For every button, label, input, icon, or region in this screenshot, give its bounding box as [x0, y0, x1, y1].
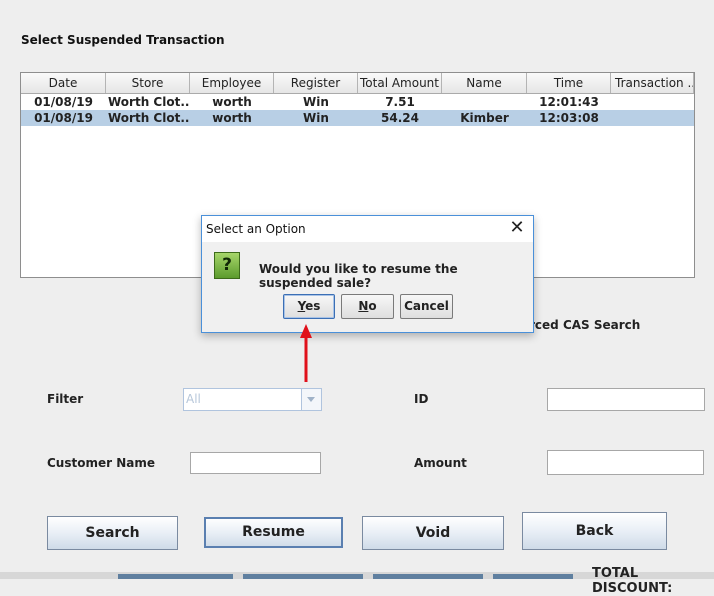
section-title: Select Suspended Transaction	[21, 33, 225, 47]
column-header-name[interactable]: Name	[442, 73, 527, 93]
column-header-store[interactable]: Store	[106, 73, 190, 93]
dialog-message: Would you like to resume the suspended s…	[259, 262, 458, 290]
question-icon: ?	[214, 252, 240, 279]
annotation-arrow-icon	[300, 324, 312, 382]
cell-date: 01/08/19	[34, 95, 93, 109]
cell-transaction	[611, 94, 694, 110]
cell-time: 12:03:08	[539, 111, 599, 125]
filter-dropdown[interactable]: All	[183, 388, 322, 411]
dialog-title: Select an Option	[206, 222, 306, 236]
filter-label: Filter	[47, 392, 84, 406]
bottom-tab[interactable]	[493, 574, 573, 579]
resume-button[interactable]: Resume	[204, 517, 343, 548]
column-header-time[interactable]: Time	[527, 73, 611, 93]
search-button[interactable]: Search	[47, 516, 178, 550]
filter-dropdown-value: All	[186, 392, 201, 406]
customer-name-input[interactable]	[190, 452, 321, 474]
id-label: ID	[414, 392, 429, 406]
yes-label: es	[305, 299, 321, 313]
customer-name-label: Customer Name	[47, 456, 155, 470]
cell-name	[442, 94, 527, 110]
cell-total-amount: 7.51	[385, 95, 415, 109]
cell-time: 12:01:43	[539, 95, 599, 109]
cell-name: Kimber	[460, 111, 509, 125]
cell-register: Win	[303, 111, 329, 125]
chevron-down-icon[interactable]	[301, 389, 321, 410]
cell-register: Win	[303, 95, 329, 109]
enforced-search-label: rced CAS Search	[529, 318, 641, 332]
bottom-tab[interactable]	[243, 574, 363, 579]
id-input[interactable]	[547, 388, 705, 411]
cell-date: 01/08/19	[34, 111, 93, 125]
amount-input[interactable]	[547, 450, 704, 475]
confirm-dialog: Select an Option ✕ ? Would you like to r…	[201, 215, 534, 333]
column-header-date[interactable]: Date	[21, 73, 106, 93]
no-mnemonic: N	[358, 299, 369, 313]
column-header-employee[interactable]: Employee	[190, 73, 274, 93]
column-header-total-amount[interactable]: Total Amount	[358, 73, 442, 93]
cell-store: Worth Clot...	[108, 95, 190, 109]
column-header-register[interactable]: Register	[274, 73, 358, 93]
dialog-title-bar[interactable]: Select an Option ✕	[202, 216, 533, 242]
column-header-transaction[interactable]: Transaction ...	[611, 73, 694, 93]
cell-transaction	[611, 110, 694, 126]
cell-employee: worth	[212, 111, 252, 125]
table-header: Date Store Employee Register Total Amoun…	[21, 73, 694, 94]
no-button[interactable]: No	[341, 294, 394, 319]
void-button[interactable]: Void	[362, 516, 504, 550]
amount-label: Amount	[414, 456, 467, 470]
cell-employee: worth	[212, 95, 252, 109]
bottom-tab[interactable]	[373, 574, 483, 579]
bottom-tab[interactable]	[118, 574, 233, 579]
table-row-selected[interactable]: 01/08/19 Worth Clot... worth Win 54.24 K…	[21, 110, 694, 126]
table-row[interactable]: 01/08/19 Worth Clot... worth Win 7.51 12…	[21, 94, 694, 110]
back-button[interactable]: Back	[522, 512, 667, 550]
cancel-button[interactable]: Cancel	[400, 294, 453, 319]
no-label: o	[368, 299, 377, 313]
total-discount-label: TOTAL DISCOUNT:	[592, 566, 673, 596]
yes-button[interactable]: Yes	[283, 294, 335, 319]
cell-store: Worth Clot...	[108, 111, 190, 125]
cell-total-amount: 54.24	[381, 111, 419, 125]
close-icon[interactable]: ✕	[507, 219, 527, 239]
